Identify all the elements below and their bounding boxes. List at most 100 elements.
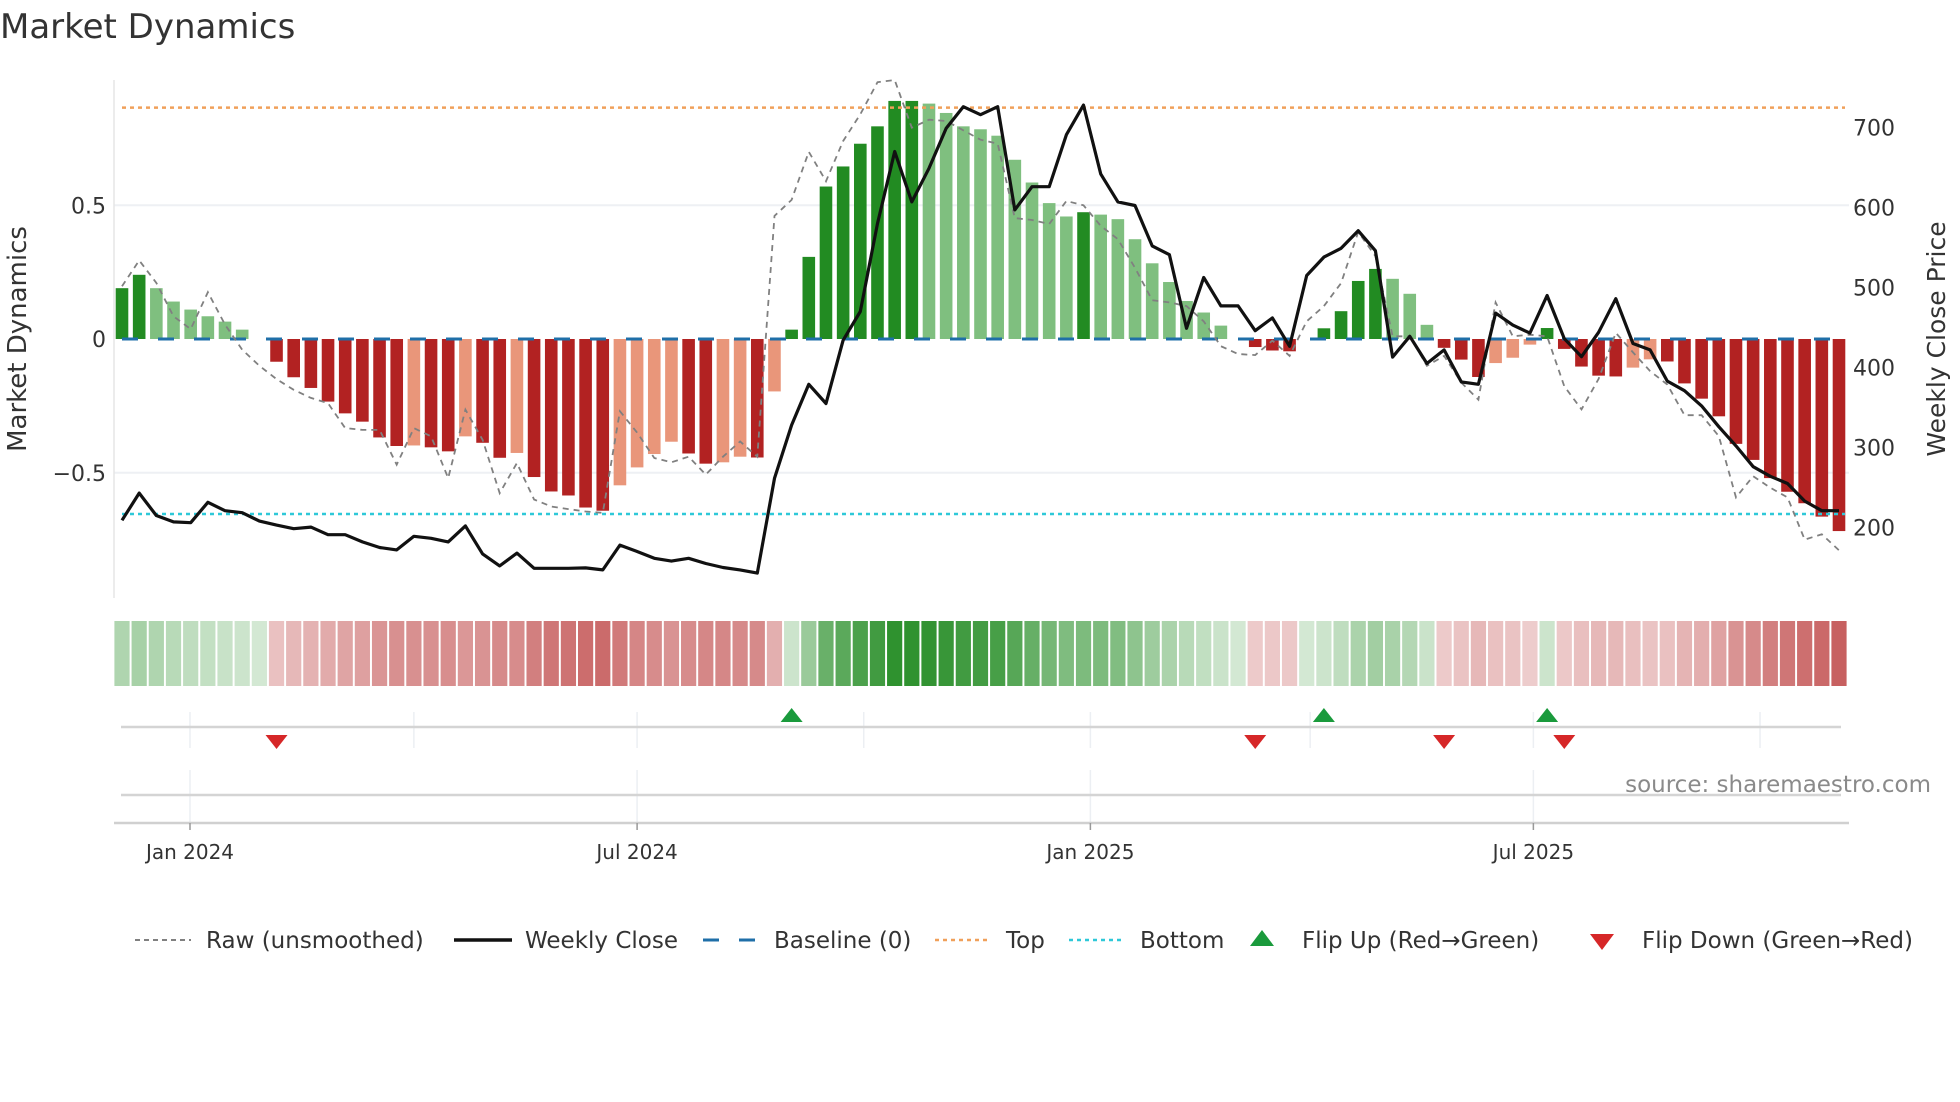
chart-title: Market Dynamics [0,7,295,47]
y-axis-title: Market Dynamics [3,226,33,452]
bar [493,339,507,458]
heat-cell [1007,621,1023,686]
bar [1437,339,1451,348]
heat-cell [1522,621,1538,686]
source-label: source: sharemaestro.com [1625,772,1931,798]
bar [1661,339,1674,362]
bar [356,339,369,422]
heat-cell [1024,621,1040,686]
flip-down-marker [1553,735,1576,749]
heat-cell [389,621,405,686]
heat-cell [1161,621,1177,686]
bar [441,339,455,452]
y2-axis-title: Weekly Close Price [1922,221,1951,456]
heat-cell [938,621,954,686]
bar [1592,339,1605,376]
heat-cell [869,621,886,686]
flip-up-marker [1536,708,1559,722]
bar [544,339,558,492]
heat-cell [852,621,868,686]
market-dynamics-chart: Market Dynamics Market Dynamics Weekly C… [0,7,1951,954]
bar [630,339,644,468]
heat-cell [1797,621,1813,686]
flip-down-marker [1433,735,1456,749]
heat-cell [268,621,285,686]
heat-strip [114,621,1847,686]
bar [1764,339,1777,479]
heat-cell [1247,621,1263,686]
bar [647,339,661,455]
heat-cell [784,621,800,686]
heat-cell [972,621,989,686]
bar [132,274,146,339]
heat-cell [320,621,336,686]
heat-cell [1711,621,1727,686]
heat-cell [1505,621,1521,686]
legend-label: Bottom [1140,928,1224,954]
bar [682,339,695,454]
heat-cell [766,621,783,686]
heat-cell [1110,621,1126,686]
heat-cell [423,621,439,686]
bar [424,339,438,448]
heat-cell [114,621,130,686]
bar [1163,282,1176,339]
flip-down-legend-icon [1590,934,1614,950]
bar [201,316,215,339]
bar [888,100,901,339]
heat-cell [560,621,577,686]
heat-cell [1350,621,1366,686]
bar [1609,339,1623,377]
heat-cell [887,621,903,686]
y2-tick-label: 500 [1853,277,1895,302]
heat-cell [732,621,748,686]
x-tick-label: Jul 2025 [1491,840,1574,864]
heat-cell [1384,621,1401,686]
bar [1506,339,1520,358]
heat-cell [1745,621,1761,686]
heat-cell [1694,621,1710,686]
heat-cell [1556,621,1572,686]
heat-cell [1642,621,1658,686]
heat-cell [1573,621,1590,686]
bar [699,339,713,464]
bar [476,339,489,443]
bar [527,339,541,478]
heat-cell [904,621,920,686]
heat-cell [1779,621,1796,686]
heat-cell [1264,621,1280,686]
bar [150,288,163,339]
bar [733,339,747,457]
y-tick-label: 0 [92,328,106,353]
heat-cell [1367,621,1384,686]
heat-cell [303,621,319,686]
bar [338,339,352,414]
legend-label: Baseline (0) [774,928,911,954]
legend-label: Flip Down (Green→Red) [1642,928,1913,954]
heat-cell [1625,621,1641,686]
bar [510,339,524,453]
y2-tick-label: 700 [1853,117,1895,142]
heat-cell [371,621,388,686]
heat-cell [1608,621,1624,686]
bar [974,129,987,339]
heat-cell [801,621,817,686]
flip-down-marker [265,735,288,749]
bar [750,339,764,458]
bar [768,339,781,392]
heat-cell [818,621,834,686]
bar [1729,339,1743,444]
bar [1712,339,1726,417]
legend-label: Top [1005,928,1045,954]
heat-cell [1762,621,1778,686]
heat-cell [1230,621,1246,686]
heat-cell [715,621,731,686]
bar [287,339,300,378]
flip-up-marker [780,708,803,722]
heat-cell [337,621,353,686]
heat-cell [577,621,594,686]
heat-cell [698,621,714,686]
y2-tick-label: 200 [1853,517,1895,542]
heat-cell [440,621,456,686]
heat-cell [646,621,662,686]
